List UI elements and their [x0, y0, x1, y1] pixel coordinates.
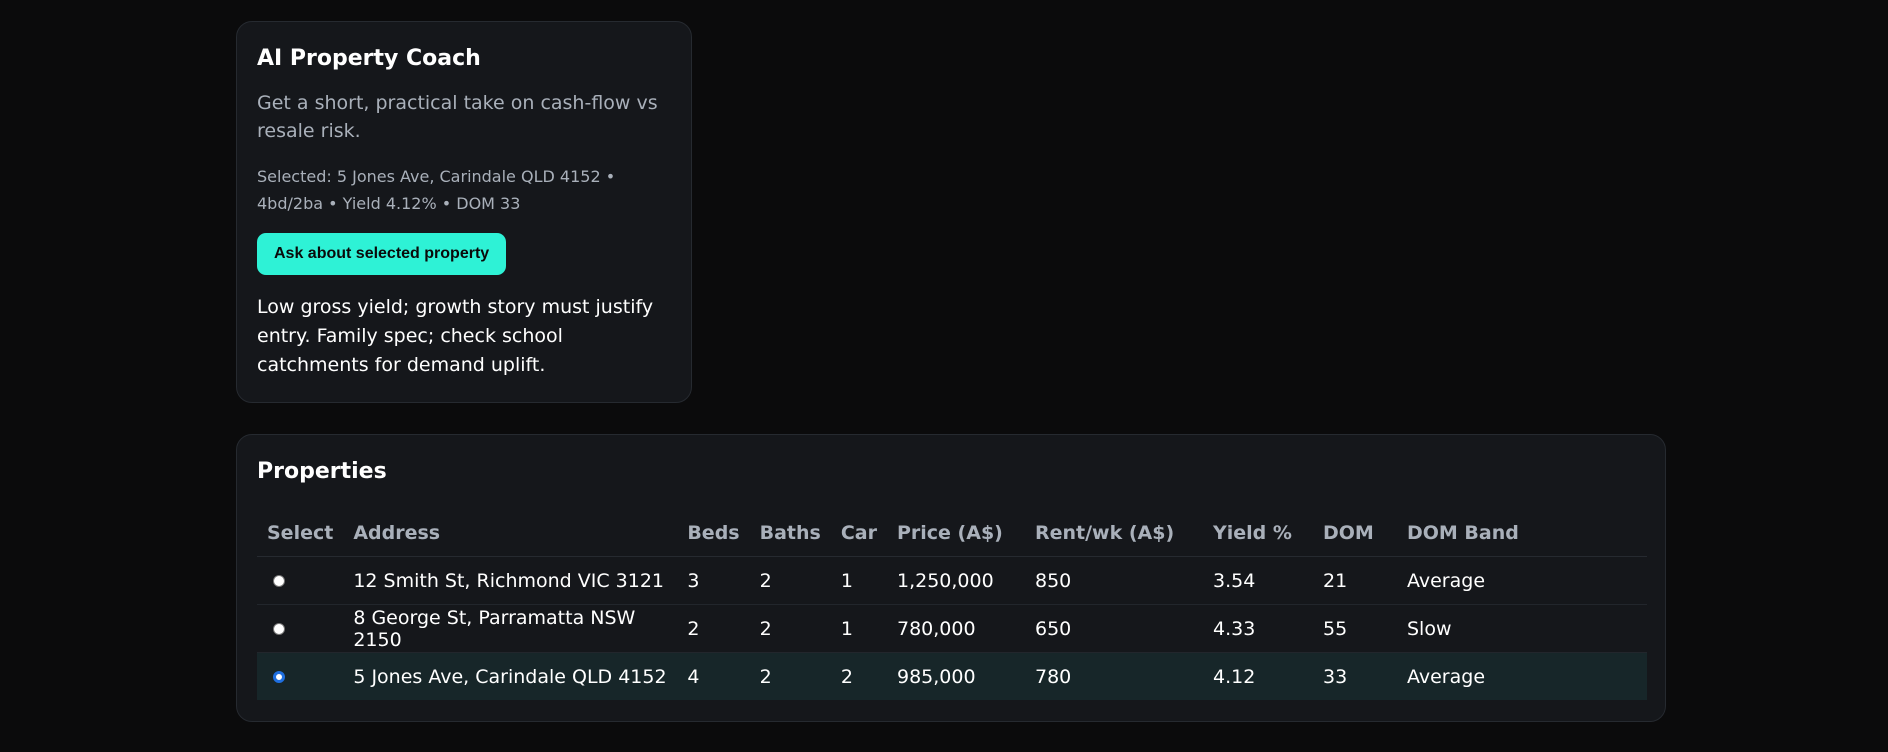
table-header-row: Select Address Beds Baths Car Price (A$)… [257, 510, 1647, 557]
col-dom: DOM [1312, 510, 1397, 557]
col-select: Select [257, 510, 344, 557]
col-address: Address [343, 510, 678, 557]
coach-subtitle: Get a short, practical take on cash-flow… [257, 92, 658, 142]
rent-cell: 650 [1024, 604, 1203, 653]
yield-cell: 4.33 [1202, 604, 1313, 653]
properties-card: Properties Select Address Beds Baths Car… [236, 434, 1666, 722]
dom-band-cell: Slow [1396, 604, 1647, 653]
table-row[interactable]: 8 George St, Parramatta NSW 2150 2 2 1 7… [257, 604, 1647, 653]
select-cell [257, 652, 344, 700]
yield-cell: 3.54 [1202, 556, 1313, 605]
beds-cell: 3 [677, 556, 750, 605]
address-cell: 5 Jones Ave, Carindale QLD 4152 [343, 652, 678, 700]
table-row-selected[interactable]: 5 Jones Ave, Carindale QLD 4152 4 2 2 98… [257, 652, 1647, 700]
beds-cell: 2 [677, 604, 750, 653]
price-cell: 1,250,000 [886, 556, 1025, 605]
beds-cell: 4 [677, 652, 750, 700]
col-dom-band: DOM Band [1396, 510, 1647, 557]
col-baths: Baths [749, 510, 831, 557]
dom-band-cell: Average [1396, 652, 1647, 700]
dom-cell: 55 [1312, 604, 1397, 653]
rent-cell: 780 [1024, 652, 1203, 700]
row-select-radio[interactable] [273, 574, 285, 587]
selected-property-summary: Selected: 5 Jones Ave, Carindale QLD 415… [257, 167, 616, 213]
car-cell: 2 [830, 652, 887, 700]
ai-coach-card: AI Property Coach Get a short, practical… [236, 21, 692, 403]
car-cell: 1 [830, 604, 887, 653]
col-car: Car [830, 510, 887, 557]
properties-title: Properties [257, 459, 387, 484]
baths-cell: 2 [749, 604, 831, 653]
table-row[interactable]: 12 Smith St, Richmond VIC 3121 3 2 1 1,2… [257, 556, 1647, 605]
rent-cell: 850 [1024, 556, 1203, 605]
baths-cell: 2 [749, 652, 831, 700]
ask-selected-property-button[interactable]: Ask about selected property [257, 233, 507, 275]
dom-cell: 33 [1312, 652, 1397, 700]
col-rent: Rent/wk (A$) [1024, 510, 1203, 557]
address-cell: 8 George St, Parramatta NSW 2150 [343, 604, 678, 653]
baths-cell: 2 [749, 556, 831, 605]
col-price: Price (A$) [886, 510, 1025, 557]
properties-table: Select Address Beds Baths Car Price (A$)… [257, 510, 1647, 700]
price-cell: 985,000 [886, 652, 1025, 700]
price-cell: 780,000 [886, 604, 1025, 653]
dom-band-cell: Average [1396, 556, 1647, 605]
coach-answer: Low gross yield; growth story must justi… [257, 296, 654, 376]
select-cell [257, 556, 344, 605]
row-select-radio[interactable] [273, 622, 285, 635]
dom-cell: 21 [1312, 556, 1397, 605]
col-yield: Yield % [1202, 510, 1313, 557]
yield-cell: 4.12 [1202, 652, 1313, 700]
coach-title: AI Property Coach [257, 46, 481, 71]
col-beds: Beds [677, 510, 750, 557]
address-cell: 12 Smith St, Richmond VIC 3121 [343, 556, 678, 605]
select-cell [257, 604, 344, 653]
car-cell: 1 [830, 556, 887, 605]
row-select-radio-checked[interactable] [273, 670, 285, 683]
